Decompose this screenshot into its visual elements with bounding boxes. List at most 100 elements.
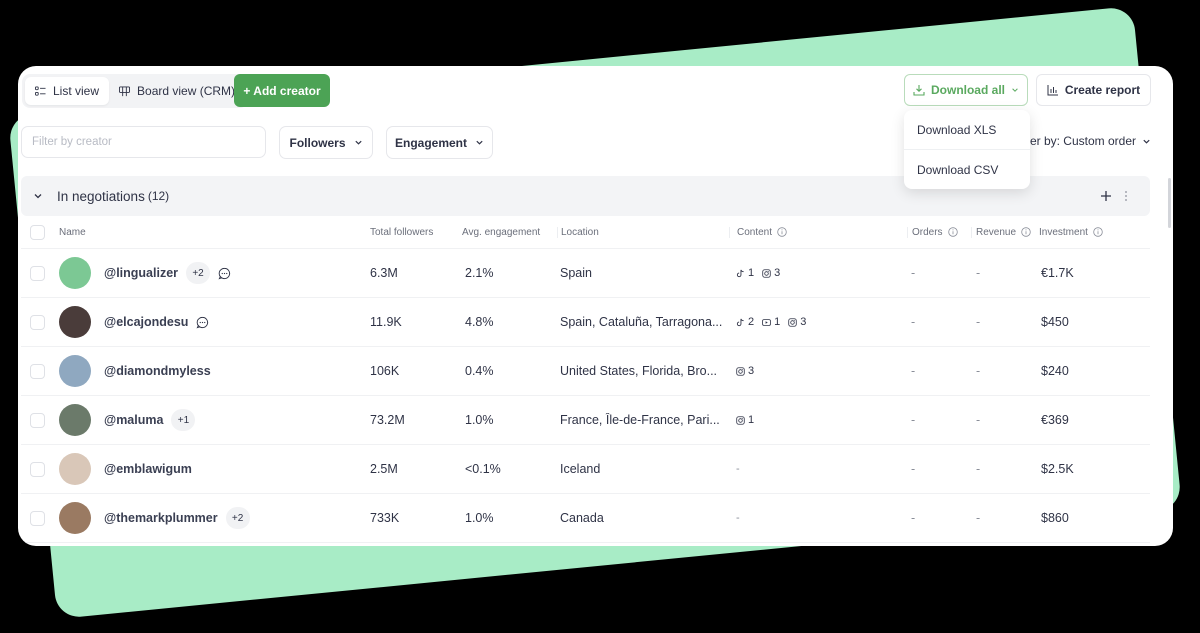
investment-value: €369: [1041, 413, 1069, 427]
engagement-filter-dropdown[interactable]: Engagement: [386, 126, 493, 159]
table-header: Name Total followers Avg. engagement Loc…: [21, 216, 1150, 249]
avatar[interactable]: [59, 404, 91, 436]
table-row[interactable]: @themarkplummer +2 733K 1.0% Canada - - …: [21, 494, 1150, 543]
location-value: Spain: [560, 266, 592, 280]
content-count: 3: [748, 365, 755, 377]
more-vertical-icon[interactable]: [1122, 190, 1130, 202]
content-stat: 1: [736, 414, 754, 426]
chat-icon[interactable]: [210, 267, 231, 280]
collapse-chevron-icon[interactable]: [33, 191, 43, 201]
avatar[interactable]: [59, 502, 91, 534]
scrollbar[interactable]: [1168, 178, 1171, 228]
column-orders[interactable]: Orders: [907, 226, 958, 238]
creator-handle[interactable]: @diamondmyless: [104, 364, 211, 378]
view-toggle: List view Board view (CRM): [22, 74, 249, 108]
info-icon[interactable]: [1021, 227, 1031, 237]
group-title: In negotiations: [57, 188, 145, 204]
avatar[interactable]: [59, 306, 91, 338]
column-revenue[interactable]: Revenue: [971, 226, 1031, 238]
followers-value: 106K: [370, 364, 400, 378]
content-cell: -: [736, 463, 740, 475]
content-cell: 3: [736, 365, 754, 377]
creator-handle[interactable]: @maluma: [104, 413, 163, 427]
creator-handle[interactable]: @lingualizer: [104, 266, 178, 280]
filter-by-creator-input[interactable]: [21, 126, 266, 158]
table-row[interactable]: @maluma +1 73.2M 1.0% France, Île-de-Fra…: [21, 396, 1150, 445]
creator-cell: @lingualizer +2: [59, 257, 231, 289]
info-icon[interactable]: [1093, 227, 1103, 237]
engagement-value: 4.8%: [465, 315, 494, 329]
column-name[interactable]: Name: [59, 227, 86, 238]
row-checkbox[interactable]: [30, 461, 45, 477]
column-location[interactable]: Location: [557, 226, 731, 238]
chat-icon[interactable]: [188, 316, 209, 329]
followers-value: 2.5M: [370, 462, 398, 476]
creator-handle[interactable]: @themarkplummer: [104, 511, 218, 525]
list-view-tab[interactable]: List view: [25, 77, 110, 105]
engagement-value: 2.1%: [465, 266, 494, 280]
followers-value: 73.2M: [370, 413, 405, 427]
add-creator-button[interactable]: + Add creator: [234, 74, 330, 107]
extra-accounts-badge[interactable]: +2: [225, 507, 250, 529]
engagement-value: 1.0%: [465, 511, 494, 525]
avatar[interactable]: [59, 453, 91, 485]
list-icon: [35, 85, 46, 96]
instagram-icon: [788, 317, 797, 327]
download-all-button[interactable]: Download all: [904, 74, 1028, 106]
engagement-value: 1.0%: [465, 413, 494, 427]
download-menu: Download XLS Download CSV: [904, 110, 1030, 189]
download-csv-option[interactable]: Download CSV: [904, 149, 1030, 189]
row-checkbox[interactable]: [30, 314, 45, 330]
creators-table: Name Total followers Avg. engagement Loc…: [21, 216, 1150, 543]
instagram-icon: [736, 366, 745, 376]
instagram-icon: [736, 415, 745, 425]
content-count: 3: [800, 316, 807, 328]
table-row[interactable]: @elcajondesu 11.9K 4.8% Spain, Cataluña,…: [21, 298, 1150, 347]
info-icon[interactable]: [777, 227, 787, 237]
content-cell: 2 1 3: [736, 316, 806, 328]
content-stat: 1: [736, 267, 754, 279]
extra-accounts-badge[interactable]: +2: [186, 262, 211, 284]
investment-value: $2.5K: [1041, 462, 1074, 476]
content-count: 1: [748, 267, 755, 279]
followers-filter-dropdown[interactable]: Followers: [279, 126, 373, 159]
tiktok-icon: [736, 269, 745, 278]
list-view-label: List view: [53, 84, 100, 98]
board-view-tab[interactable]: Board view (CRM): [109, 77, 245, 105]
create-report-button[interactable]: Create report: [1036, 74, 1151, 106]
column-investment[interactable]: Investment: [1039, 227, 1103, 238]
avatar[interactable]: [59, 257, 91, 289]
row-checkbox[interactable]: [30, 510, 45, 526]
table-body: @lingualizer +2 6.3M 2.1% Spain 13 - - €…: [21, 249, 1150, 543]
engagement-value: <0.1%: [465, 462, 501, 476]
select-all-checkbox[interactable]: [30, 224, 45, 240]
table-row[interactable]: @lingualizer +2 6.3M 2.1% Spain 13 - - €…: [21, 249, 1150, 298]
table-row[interactable]: @emblawigum 2.5M <0.1% Iceland - - - $2.…: [21, 445, 1150, 494]
row-checkbox[interactable]: [30, 412, 45, 428]
creator-cell: @themarkplummer +2: [59, 502, 250, 534]
column-followers[interactable]: Total followers: [370, 227, 433, 238]
content-empty: -: [736, 512, 740, 524]
chevron-down-icon: [476, 140, 483, 145]
order-by-dropdown[interactable]: Order by: Custom order: [1010, 134, 1151, 148]
avatar[interactable]: [59, 355, 91, 387]
extra-accounts-badge[interactable]: +1: [171, 409, 196, 431]
revenue-value: -: [976, 462, 981, 476]
creator-handle[interactable]: @elcajondesu: [104, 315, 188, 329]
info-icon[interactable]: [947, 227, 958, 237]
chevron-down-icon: [354, 140, 362, 145]
table-row[interactable]: @diamondmyless 106K 0.4% United States, …: [21, 347, 1150, 396]
download-xls-option[interactable]: Download XLS: [904, 110, 1030, 149]
column-content[interactable]: Content: [729, 226, 787, 238]
row-checkbox[interactable]: [30, 265, 45, 281]
column-engagement[interactable]: Avg. engagement: [462, 227, 540, 238]
board-view-label: Board view (CRM): [137, 84, 236, 98]
chevron-down-icon: [1143, 139, 1150, 144]
row-checkbox[interactable]: [30, 363, 45, 379]
revenue-value: -: [976, 511, 981, 525]
followers-filter-label: Followers: [289, 135, 346, 150]
column-investment-label: Investment: [1039, 226, 1088, 238]
plus-icon[interactable]: [1100, 190, 1112, 202]
creator-handle[interactable]: @emblawigum: [104, 462, 192, 476]
location-value: United States, Florida, Bro...: [560, 364, 718, 378]
